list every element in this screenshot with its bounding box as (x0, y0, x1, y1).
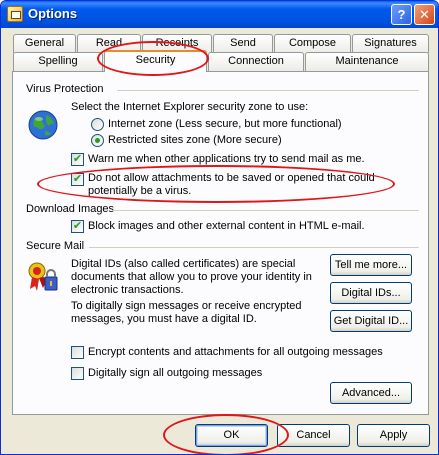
tab-security[interactable]: Security (104, 50, 207, 72)
tab-connection[interactable]: Connection (208, 52, 304, 71)
restricted-zone-radio[interactable] (91, 134, 104, 147)
sign-checkbox[interactable] (71, 367, 84, 380)
window-title: Options (28, 6, 78, 21)
internet-zone-radio[interactable] (91, 118, 104, 131)
tab-general[interactable]: General (13, 34, 76, 53)
advanced-button[interactable]: Advanced... (330, 382, 412, 404)
group-divider (89, 247, 419, 248)
tab-signatures[interactable]: Signatures (352, 34, 429, 53)
tell-me-more-button[interactable]: Tell me more... (330, 254, 412, 276)
zone-prompt: Select the Internet Explorer security zo… (71, 101, 309, 113)
ok-button[interactable]: OK (195, 424, 268, 447)
attachments-label-line2[interactable]: potentially be a virus. (88, 185, 191, 198)
warn-label[interactable]: Warn me when other applications try to s… (88, 153, 365, 166)
globe-icon (28, 110, 58, 140)
encrypt-checkbox[interactable] (71, 346, 84, 359)
block-images-label[interactable]: Block images and other external content … (88, 220, 365, 233)
tab-maintenance[interactable]: Maintenance (305, 52, 429, 71)
group-divider (112, 210, 419, 211)
tab-spelling[interactable]: Spelling (13, 52, 103, 71)
apply-button[interactable]: Apply (357, 424, 430, 447)
options-window-icon (7, 6, 23, 22)
attachments-checkbox[interactable]: ✔ (71, 173, 84, 186)
warn-checkbox[interactable]: ✔ (71, 153, 84, 166)
block-images-checkbox[interactable]: ✔ (71, 220, 84, 233)
internet-zone-label[interactable]: Internet zone (Less secure, but more fun… (108, 118, 342, 131)
close-icon[interactable]: ✕ (414, 4, 435, 25)
options-dialog: Options ? ✕ General Read Receipts Send C… (0, 0, 439, 455)
attachments-label-line1[interactable]: Do not allow attachments to be saved or … (88, 172, 375, 185)
digital-id-desc-line2: documents that allow you to prove your i… (71, 271, 312, 283)
sign-label[interactable]: Digitally sign all outgoing messages (88, 367, 262, 380)
get-digital-id-button[interactable]: Get Digital ID... (330, 310, 412, 332)
digital-id-desc2-line1: To digitally sign messages or receive en… (71, 300, 302, 312)
digital-id-desc-line3: electronic transactions. (71, 284, 184, 296)
group-divider (117, 90, 419, 91)
virus-protection-heading: Virus Protection (26, 83, 104, 95)
help-icon[interactable]: ? (391, 4, 412, 25)
digital-id-desc-line1: Digital IDs (also called certificates) a… (71, 258, 296, 270)
restricted-zone-label[interactable]: Restricted sites zone (More secure) (108, 134, 282, 147)
title-bar[interactable]: Options ? ✕ (1, 1, 438, 28)
download-images-heading: Download Images (26, 203, 115, 215)
secure-mail-heading: Secure Mail (26, 240, 85, 252)
certificate-icon (28, 262, 58, 291)
tab-send[interactable]: Send (213, 34, 273, 53)
encrypt-label[interactable]: Encrypt contents and attachments for all… (88, 346, 383, 359)
tab-compose[interactable]: Compose (274, 34, 351, 53)
digital-ids-button[interactable]: Digital IDs... (330, 282, 412, 304)
cancel-button[interactable]: Cancel (277, 424, 350, 447)
digital-id-desc2-line2: messages, you must have a digital ID. (71, 313, 257, 325)
